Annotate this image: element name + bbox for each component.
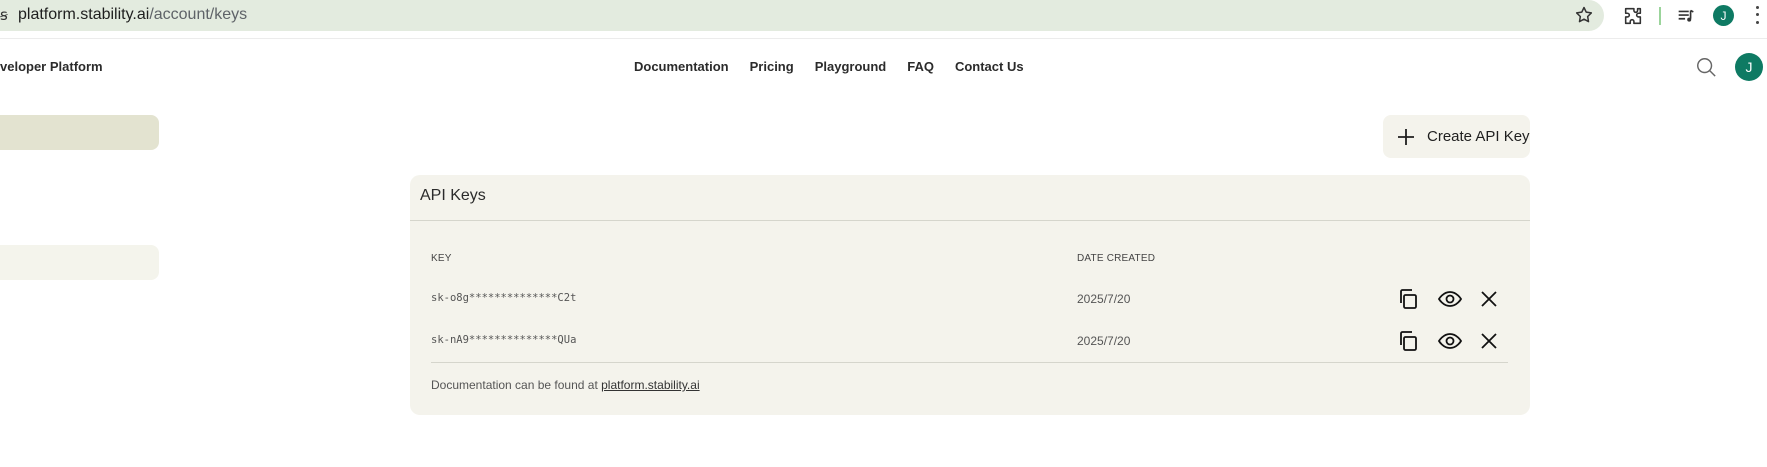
- panel-title: API Keys: [420, 187, 486, 204]
- sidebar-item[interactable]: [0, 245, 159, 280]
- browser-menu-icon[interactable]: [1754, 4, 1760, 26]
- toolbar-separator: [0, 38, 1767, 39]
- create-api-key-label: Create API Key: [1427, 128, 1530, 145]
- create-api-key-button[interactable]: Create API Key: [1383, 115, 1530, 158]
- search-icon[interactable]: [1695, 56, 1717, 78]
- browser-profile-avatar[interactable]: J: [1713, 5, 1734, 26]
- table-row: sk-nA9**************QUa 2025/7/20: [410, 326, 1530, 356]
- sidebar-item-active[interactable]: [0, 115, 159, 150]
- documentation-note-text: Documentation can be found at: [431, 378, 602, 392]
- url-path: /account/keys: [149, 6, 248, 23]
- nav-pricing[interactable]: Pricing: [750, 59, 794, 74]
- documentation-link[interactable]: platform.stability.ai: [601, 378, 699, 392]
- browser-toolbar: ꞩ platform.stability.ai/account/keys J: [0, 0, 1767, 36]
- api-key-value: sk-nA9**************QUa: [431, 334, 577, 346]
- panel-divider: [410, 220, 1530, 221]
- toolbar-divider: [1659, 7, 1661, 25]
- nav-documentation[interactable]: Documentation: [634, 59, 729, 74]
- extensions-icon[interactable]: [1622, 5, 1644, 27]
- url-text[interactable]: platform.stability.ai/account/keys: [18, 6, 247, 24]
- site-brand[interactable]: veloper Platform: [0, 59, 103, 74]
- table-row: sk-o8g**************C2t 2025/7/20: [410, 284, 1530, 314]
- delete-x-icon[interactable]: [1476, 286, 1502, 312]
- plus-icon: [1398, 128, 1414, 145]
- media-control-icon[interactable]: [1675, 5, 1697, 27]
- nav-contact-us[interactable]: Contact Us: [955, 59, 1024, 74]
- copy-icon[interactable]: [1395, 286, 1421, 312]
- api-key-date: 2025/7/20: [1077, 292, 1131, 306]
- column-header-date-created: DATE CREATED: [1077, 253, 1156, 264]
- bookmark-star-icon[interactable]: [1574, 5, 1594, 25]
- api-keys-panel: API Keys KEY DATE CREATED sk-o8g********…: [410, 175, 1530, 415]
- address-bar[interactable]: ꞩ platform.stability.ai/account/keys: [0, 0, 1604, 31]
- nav-faq[interactable]: FAQ: [907, 59, 934, 74]
- api-key-date: 2025/7/20: [1077, 334, 1131, 348]
- site-info-icon[interactable]: ꞩ: [0, 6, 8, 24]
- column-header-key: KEY: [431, 253, 452, 264]
- nav-playground[interactable]: Playground: [815, 59, 887, 74]
- eye-icon[interactable]: [1437, 286, 1463, 312]
- url-host: platform.stability.ai: [18, 6, 150, 23]
- main-nav: Documentation Pricing Playground FAQ Con…: [634, 59, 1045, 74]
- user-avatar[interactable]: J: [1735, 53, 1763, 81]
- copy-icon[interactable]: [1395, 328, 1421, 354]
- documentation-note: Documentation can be found at platform.s…: [431, 378, 700, 392]
- api-key-value: sk-o8g**************C2t: [431, 292, 577, 304]
- eye-icon[interactable]: [1437, 328, 1463, 354]
- table-divider: [431, 362, 1508, 363]
- delete-x-icon[interactable]: [1476, 328, 1502, 354]
